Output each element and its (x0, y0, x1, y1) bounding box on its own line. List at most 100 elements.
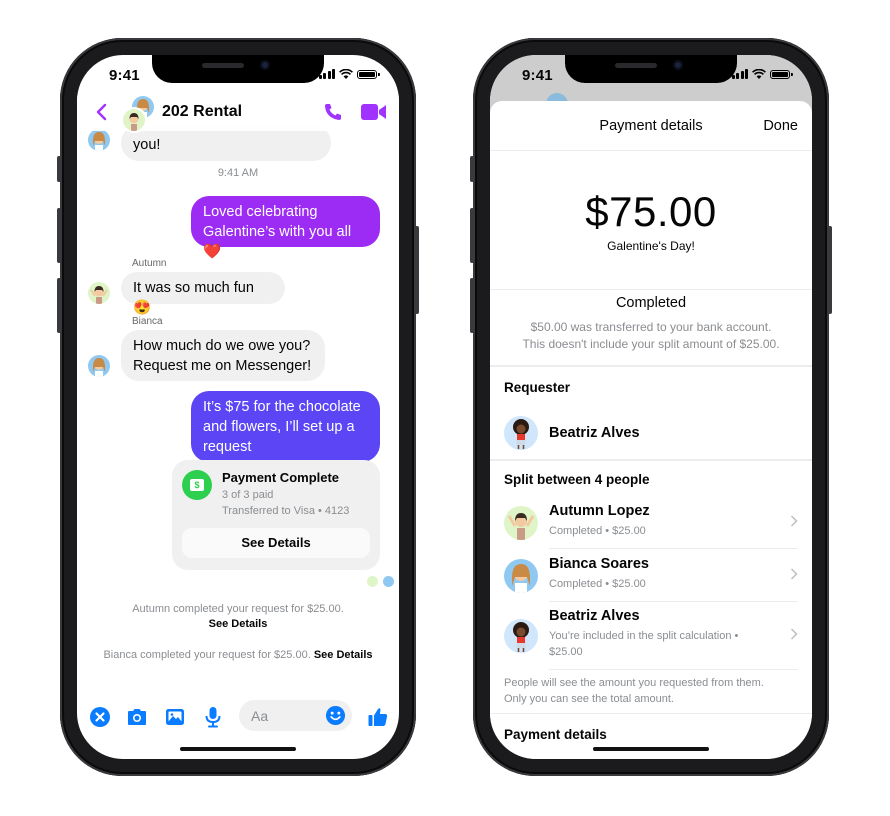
payment-details-screen: 9:41 Payment details Done $75.00 Galenti… (490, 55, 812, 759)
power-button (828, 226, 832, 314)
split-row-beatriz[interactable]: Beatriz Alves You’re included in the spl… (490, 602, 812, 670)
split-person-name: Bianca Soares (549, 556, 649, 572)
volume-up-button (470, 208, 474, 263)
divider (490, 150, 812, 151)
see-details-link[interactable]: See Details (209, 618, 268, 630)
payment-details-sheet: Payment details Done $75.00 Galentine's … (490, 101, 812, 759)
message-bubble-incoming: It was so much fun 😍 (121, 272, 285, 316)
footnote-line: Only you can see the total amount. (504, 693, 674, 705)
mute-switch (470, 156, 474, 182)
payment-status: Completed (615, 295, 687, 311)
chat-header: 202 Rental (77, 95, 399, 133)
video-call-icon[interactable] (361, 103, 387, 121)
payment-card[interactable]: $ Payment Complete 3 of 3 paid Transferr… (172, 460, 380, 570)
split-section-title: Split between 4 people (504, 472, 650, 487)
divider (549, 548, 798, 549)
status-line: $25.00 (549, 646, 583, 658)
message-text: you! (133, 137, 161, 153)
footnote-line: People will see the amount you requested… (504, 677, 764, 689)
wifi-icon (339, 69, 353, 79)
split-row-bianca[interactable]: Bianca Soares Completed • $25.00 (490, 550, 812, 602)
avatar-bianca (504, 559, 538, 593)
divider (490, 713, 812, 714)
split-person-status: Completed • $25.00 (549, 578, 646, 590)
chevron-right-icon (790, 515, 798, 527)
message-input-placeholder: Aa (251, 708, 269, 724)
avatar-autumn (88, 282, 110, 304)
status-time: 9:41 (522, 67, 553, 84)
avatar-bianca (88, 355, 110, 377)
payment-status-note: $50.00 was transferred to your bank acco… (490, 319, 812, 353)
payment-title: Payment Complete (222, 470, 340, 485)
message-bubble-outgoing: Loved celebrating Galentine’s with you a… (191, 196, 380, 260)
avatar-beatriz (504, 416, 538, 450)
home-indicator[interactable] (180, 747, 296, 751)
wifi-icon (752, 69, 766, 79)
notch (565, 55, 737, 83)
status-time: 9:41 (109, 67, 140, 84)
chat-screen: 9:41 you! 9:41 AM Loved celebrating Gale… (77, 55, 399, 759)
status-note-line: $50.00 was transferred to your bank acco… (530, 320, 772, 334)
payment-paid-count: 3 of 3 paid (222, 489, 274, 501)
message-composer: Aa (77, 699, 399, 733)
message-text: It’s $75 for the chocolate and flowers, … (203, 399, 361, 455)
phone-call-icon[interactable] (323, 102, 343, 122)
read-receipt-avatar-autumn (367, 576, 378, 587)
payment-details-section-title: Payment details (504, 727, 607, 742)
see-details-button[interactable]: See Details (182, 528, 370, 558)
status-note-line: This doesn't include your split amount o… (522, 337, 780, 351)
message-input[interactable]: Aa (239, 700, 352, 731)
notch (152, 55, 324, 83)
volume-down-button (470, 278, 474, 333)
system-message-text: Autumn completed your request for $25.00… (132, 603, 344, 615)
emoji-icon[interactable] (325, 705, 346, 726)
camera-icon[interactable] (126, 706, 148, 728)
system-message-text: Bianca completed your request for $25.00… (103, 649, 311, 661)
battery-icon (357, 69, 380, 79)
requester-row[interactable]: Beatriz Alves (490, 413, 812, 457)
chevron-right-icon (790, 568, 798, 580)
power-button (415, 226, 419, 314)
divider (490, 365, 812, 367)
phone-chat: 9:41 you! 9:41 AM Loved celebrating Gale… (57, 38, 419, 776)
done-button[interactable]: Done (763, 118, 798, 134)
divider (490, 459, 812, 461)
microphone-icon[interactable] (202, 706, 224, 728)
requester-name: Beatriz Alves (549, 425, 640, 441)
payment-memo: Galentine's Day! (607, 239, 695, 253)
split-person-name: Beatriz Alves (549, 608, 640, 624)
phone-payment-details: 9:41 Payment details Done $75.00 Galenti… (470, 38, 832, 776)
avatar-beatriz (504, 619, 538, 653)
sender-name: Bianca (132, 316, 163, 327)
message-text: It was so much fun 😍 (133, 280, 254, 316)
home-indicator[interactable] (593, 747, 709, 751)
message-text: How much do we owe you? Request me on Me… (133, 338, 312, 374)
mute-switch (57, 156, 61, 182)
split-row-autumn[interactable]: Autumn Lopez Completed • $25.00 (490, 497, 812, 549)
chat-title[interactable]: 202 Rental (162, 103, 242, 121)
payment-transfer-info: Transferred to Visa • 4123 (222, 505, 350, 517)
avatar-autumn (504, 506, 538, 540)
photo-gallery-icon[interactable] (164, 706, 186, 728)
sender-name: Autumn (132, 258, 167, 269)
read-receipt-avatar-bianca (383, 576, 394, 587)
message-bubble-outgoing: It’s $75 for the chocolate and flowers, … (191, 391, 380, 462)
battery-icon (770, 69, 793, 79)
close-circle-icon[interactable] (89, 706, 111, 728)
payment-amount: $75.00 (585, 188, 717, 235)
chevron-right-icon (790, 628, 798, 640)
message-bubble-incoming: How much do we owe you? Request me on Me… (121, 330, 325, 381)
message-list[interactable]: you! 9:41 AM Loved celebrating Galentine… (77, 55, 399, 759)
timestamp: 9:41 AM (217, 167, 259, 179)
avatar-bianca (88, 129, 110, 151)
see-details-link[interactable]: See Details (314, 649, 373, 661)
divider (490, 289, 812, 290)
volume-down-button (57, 278, 61, 333)
thumbs-up-icon[interactable] (367, 706, 389, 728)
dollar-bill-icon: $ (182, 470, 212, 500)
message-text: Loved celebrating Galentine’s with you a… (203, 204, 352, 260)
status-line: You’re included in the split calculation… (549, 630, 739, 642)
divider (549, 669, 798, 670)
back-chevron-icon[interactable] (91, 101, 113, 123)
split-person-name: Autumn Lopez (549, 503, 650, 519)
